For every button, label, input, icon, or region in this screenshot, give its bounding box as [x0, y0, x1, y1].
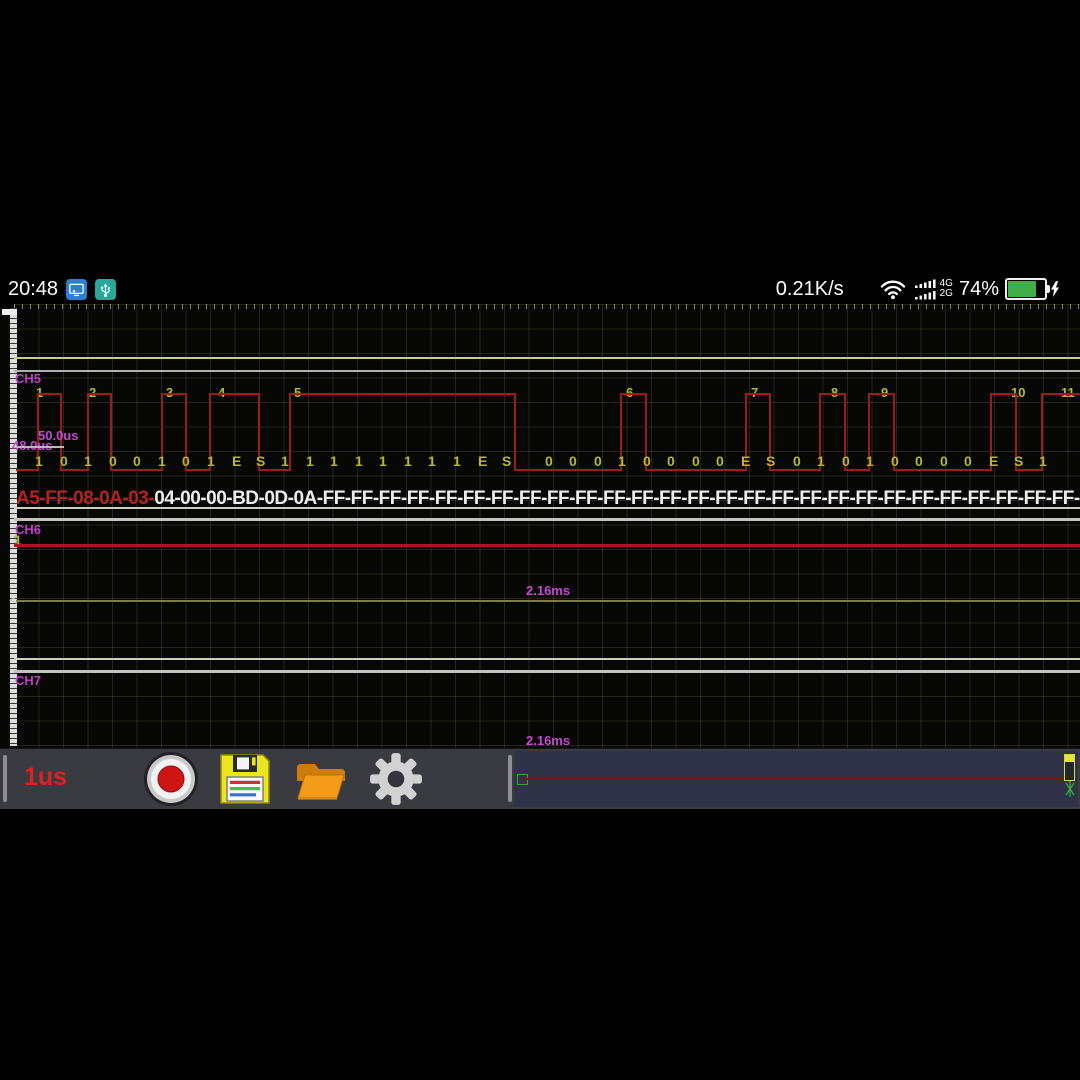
- capture-overview-slider[interactable]: [514, 751, 1078, 807]
- bit-label: 0: [182, 453, 190, 469]
- cellular-signal-icon: [914, 278, 938, 300]
- bit-label: E: [232, 453, 241, 469]
- ch6-measure-line: [16, 600, 1080, 602]
- bit-label: E: [989, 453, 998, 469]
- bit-label: 0: [643, 453, 651, 469]
- slider-end-marker-icon: [1064, 781, 1076, 797]
- bit-label: 0: [964, 453, 972, 469]
- bit-label: 0: [915, 453, 923, 469]
- usb-icon: [95, 279, 116, 300]
- bit-label: E: [741, 453, 750, 469]
- bit-label: S: [256, 453, 265, 469]
- bit-label: 1: [207, 453, 215, 469]
- bit-label: S: [502, 453, 511, 469]
- bit-label: 0: [569, 453, 577, 469]
- decoded-bit-row: 10100101ES11111111ES00010000ES01010000ES…: [0, 453, 1080, 469]
- bit-label: 1: [330, 453, 338, 469]
- charging-bolt-icon: [1050, 281, 1060, 297]
- save-button[interactable]: [217, 751, 273, 807]
- bottom-toolbar: 1us: [0, 748, 1080, 809]
- sim-type-labels: 4G 2G: [940, 279, 953, 299]
- bit-label: E: [478, 453, 487, 469]
- wifi-icon: [880, 279, 906, 300]
- bit-label: 0: [716, 453, 724, 469]
- bit-label: S: [766, 453, 775, 469]
- ch7-separator-top: [14, 658, 1080, 660]
- bit-label: 0: [594, 453, 602, 469]
- toolbar-left-divider: [3, 755, 7, 802]
- gear-icon: [368, 751, 424, 807]
- phone-screen: 20:48 0.21K/s: [0, 0, 1080, 1080]
- bit-label: 0: [60, 453, 68, 469]
- ch5-waveform: [0, 304, 1080, 748]
- bit-label: 1: [355, 453, 363, 469]
- bit-label: 1: [404, 453, 412, 469]
- bit-label: 1: [817, 453, 825, 469]
- ch5-measure-bar: [14, 446, 64, 448]
- ch6-separator-top: [14, 507, 1080, 509]
- bit-label: 0: [667, 453, 675, 469]
- waveform-canvas[interactable]: CH5 1234567891011 10100101ES11111111ES00…: [0, 304, 1080, 748]
- bit-label: 1: [428, 453, 436, 469]
- sim2-type: 2G: [940, 289, 953, 299]
- ch7-label: CH7: [15, 673, 41, 688]
- floppy-disk-icon: [217, 751, 273, 807]
- hex-bytes-highlighted: A5-FF-08-0A-03-: [16, 488, 154, 509]
- ch7-period-label: 2.16ms: [526, 733, 570, 748]
- bit-label: 1: [618, 453, 626, 469]
- bit-label: 1: [1039, 453, 1047, 469]
- bit-label: 1: [281, 453, 289, 469]
- clock: 20:48: [8, 278, 58, 301]
- bit-label: 1: [379, 453, 387, 469]
- bit-label: 1: [866, 453, 874, 469]
- bit-label: 1: [453, 453, 461, 469]
- bit-label: 0: [891, 453, 899, 469]
- bit-label: 0: [793, 453, 801, 469]
- record-icon: [143, 751, 199, 807]
- battery-percent: 74%: [959, 278, 999, 301]
- status-right-group: 0.21K/s: [776, 278, 1060, 301]
- status-bar: 20:48 0.21K/s: [0, 274, 1080, 304]
- network-speed: 0.21K/s: [776, 278, 844, 301]
- open-file-button[interactable]: [293, 751, 349, 807]
- toolbar-middle-divider: [508, 755, 512, 802]
- bit-label: 0: [133, 453, 141, 469]
- slider-handle[interactable]: [1064, 754, 1075, 781]
- battery-icon: [1005, 278, 1060, 300]
- bit-label: 0: [842, 453, 850, 469]
- bit-label: S: [1014, 453, 1023, 469]
- bit-label: 0: [692, 453, 700, 469]
- settings-button[interactable]: [368, 751, 424, 807]
- ch7-separator-bottom: [14, 670, 1080, 673]
- bit-label: 0: [940, 453, 948, 469]
- bit-label: 1: [84, 453, 92, 469]
- ch6-period-label: 2.16ms: [526, 583, 570, 598]
- bit-label: 0: [545, 453, 553, 469]
- screen-cast-icon: [66, 279, 87, 300]
- open-folder-icon: [293, 754, 349, 804]
- bit-label: 0: [109, 453, 117, 469]
- slider-track-line: [522, 778, 1066, 780]
- hex-bytes: 04-00-00-BD-0D-0A-FF-FF-FF-FF-FF-FF-FF-F…: [154, 488, 1080, 509]
- ch6-separator-bottom: [14, 518, 1080, 521]
- record-button[interactable]: [143, 751, 199, 807]
- ch6-signal-line: [14, 544, 1080, 547]
- bit-label: 1: [158, 453, 166, 469]
- bit-label: 1: [35, 453, 43, 469]
- bit-label: 1: [306, 453, 314, 469]
- timebase-button[interactable]: 1us: [24, 763, 67, 792]
